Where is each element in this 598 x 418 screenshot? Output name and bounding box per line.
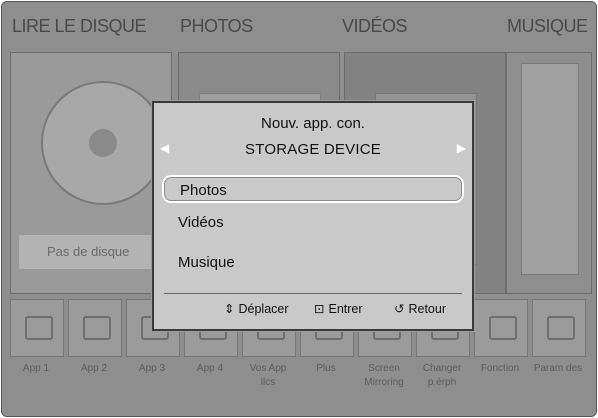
- app-label: App 3: [138, 363, 166, 374]
- home-screen-frame: LIRE LE DISQUE PHOTOS VIDÉOS MUSIQUE Pas…: [1, 1, 597, 417]
- no-disc-label: Pas de disque: [19, 235, 159, 269]
- settings-tile[interactable]: [532, 299, 586, 357]
- app-label: Vos App llcs: [249, 363, 287, 388]
- top-navigation: LIRE LE DISQUE PHOTOS VIDÉOS MUSIQUE: [2, 10, 596, 46]
- next-arrow-icon[interactable]: ▶: [457, 141, 466, 155]
- return-icon: ↺: [394, 302, 405, 316]
- device-name: STORAGE DEVICE: [245, 141, 381, 158]
- app-labels: App 1 App 2 App 3 App 4 Vos App llcs Plu…: [10, 362, 592, 402]
- music-thumbnail: [521, 63, 579, 275]
- hint-label: Retour: [408, 302, 447, 316]
- app-label: Changer p.érph: [422, 363, 462, 388]
- app-label: Screen Mirroring: [364, 363, 404, 388]
- hint-label: Entrer: [328, 302, 363, 316]
- function-tile[interactable]: [474, 299, 528, 357]
- app-label: App 1: [22, 363, 50, 374]
- menu-item-photos[interactable]: Photos: [162, 175, 464, 203]
- enter-icon: ⊡: [314, 302, 325, 316]
- music-panel[interactable]: [506, 52, 592, 294]
- hint-label: Déplacer: [238, 302, 289, 316]
- tab-photos[interactable]: PHOTOS: [180, 16, 253, 37]
- hint-enter: ⊡ Entrer: [314, 301, 363, 316]
- disc-hole: [89, 129, 117, 157]
- hint-move: ⇕ Déplacer: [224, 301, 289, 316]
- dialog-divider: [164, 293, 462, 294]
- tv-screen: LIRE LE DISQUE PHOTOS VIDÉOS MUSIQUE Pas…: [0, 0, 598, 418]
- app-label: App 2: [80, 363, 108, 374]
- menu-item-musique[interactable]: Musique: [162, 249, 464, 277]
- gear-icon: [547, 316, 575, 340]
- app-label: Param des: [533, 363, 583, 374]
- app-icon: [83, 316, 111, 340]
- menu-item-videos[interactable]: Vidéos: [162, 209, 464, 237]
- disc-icon: [41, 81, 165, 205]
- new-device-dialog: Nouv. app. con. ◀ STORAGE DEVICE ▶ Photo…: [152, 101, 474, 331]
- app-1-tile[interactable]: [10, 299, 64, 357]
- tab-musique[interactable]: MUSIQUE: [507, 16, 588, 37]
- tab-videos[interactable]: VIDÉOS: [342, 16, 408, 37]
- function-icon: [489, 316, 517, 340]
- dialog-title: Nouv. app. con.: [261, 115, 365, 132]
- disc-panel[interactable]: Pas de disque: [10, 52, 172, 294]
- app-2-tile[interactable]: [68, 299, 122, 357]
- hint-return: ↺ Retour: [394, 301, 446, 316]
- app-label: Plus: [316, 363, 336, 374]
- app-label: App 4: [196, 363, 224, 374]
- app-label: Fonction: [480, 363, 520, 374]
- tab-lire-le-disque[interactable]: LIRE LE DISQUE: [12, 16, 147, 37]
- app-icon: [25, 316, 53, 340]
- up-down-arrow-icon: ⇕: [224, 302, 235, 316]
